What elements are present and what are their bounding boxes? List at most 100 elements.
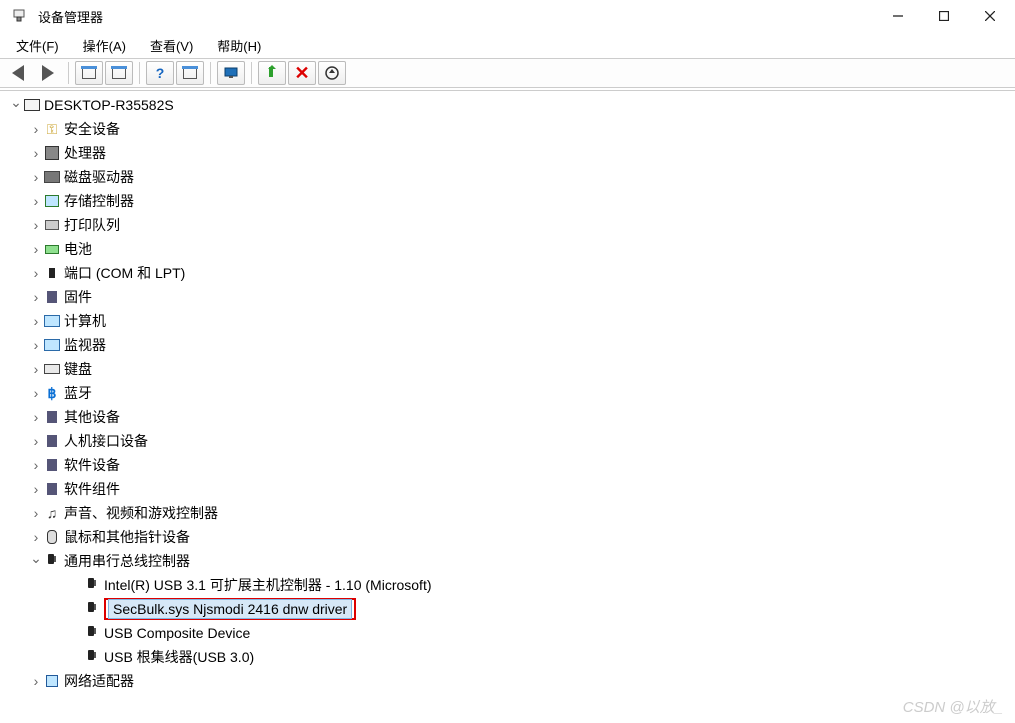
panel-icon bbox=[82, 67, 96, 79]
tree-item-label: 鼠标和其他指针设备 bbox=[64, 527, 190, 547]
ico-keyboard-icon bbox=[44, 361, 60, 377]
tree-root[interactable]: DESKTOP-R35582S bbox=[0, 93, 1015, 117]
caret-collapsed-icon[interactable] bbox=[28, 289, 44, 305]
tree-item-label: 键盘 bbox=[64, 359, 92, 379]
caret-collapsed-icon[interactable] bbox=[28, 457, 44, 473]
caret-collapsed-icon[interactable] bbox=[28, 673, 44, 689]
tree-category[interactable]: 其他设备 bbox=[0, 405, 1015, 429]
ico-sound-icon bbox=[44, 505, 60, 521]
caret-collapsed-icon[interactable] bbox=[28, 481, 44, 497]
minimize-button[interactable] bbox=[875, 0, 921, 32]
window-title: 设备管理器 bbox=[38, 7, 875, 26]
ico-printer-icon bbox=[44, 217, 60, 233]
caret-collapsed-icon[interactable] bbox=[28, 121, 44, 137]
properties-button[interactable] bbox=[105, 61, 133, 85]
caret-collapsed-icon[interactable] bbox=[28, 145, 44, 161]
tree-category[interactable]: 通用串行总线控制器 bbox=[0, 549, 1015, 573]
caret-collapsed-icon[interactable] bbox=[28, 529, 44, 545]
ico-generic-icon bbox=[44, 481, 60, 497]
caret-collapsed-icon[interactable] bbox=[28, 217, 44, 233]
tree-item-label: 软件组件 bbox=[64, 479, 120, 499]
tree-item-label: 监视器 bbox=[64, 335, 106, 355]
tree-item-label: 磁盘驱动器 bbox=[64, 167, 134, 187]
tree-category[interactable]: 电池 bbox=[0, 237, 1015, 261]
ico-key-icon bbox=[44, 121, 60, 137]
uninstall-device-button[interactable]: ✕ bbox=[288, 61, 316, 85]
tree-device[interactable]: USB 根集线器(USB 3.0) bbox=[0, 645, 1015, 669]
caret-collapsed-icon[interactable] bbox=[28, 241, 44, 257]
tree-category[interactable]: 固件 bbox=[0, 285, 1015, 309]
tree-item-label: DESKTOP-R35582S bbox=[44, 97, 174, 113]
tree-category[interactable]: 打印队列 bbox=[0, 213, 1015, 237]
maximize-button[interactable] bbox=[921, 0, 967, 32]
help-button[interactable]: ? bbox=[146, 61, 174, 85]
tree-category[interactable]: 软件设备 bbox=[0, 453, 1015, 477]
tree-category[interactable]: 监视器 bbox=[0, 333, 1015, 357]
caret-collapsed-icon[interactable] bbox=[28, 385, 44, 401]
tree-device[interactable]: SecBulk.sys Njsmodi 2416 dnw driver bbox=[0, 597, 1015, 621]
tree-item-label: USB 根集线器(USB 3.0) bbox=[104, 647, 254, 667]
back-button[interactable] bbox=[4, 61, 32, 85]
tree-category[interactable]: 网络适配器 bbox=[0, 669, 1015, 693]
caret-expanded-icon[interactable] bbox=[8, 97, 24, 113]
caret-collapsed-icon[interactable] bbox=[28, 433, 44, 449]
tree-category[interactable]: 磁盘驱动器 bbox=[0, 165, 1015, 189]
tree-category[interactable]: 安全设备 bbox=[0, 117, 1015, 141]
tree-category[interactable]: 端口 (COM 和 LPT) bbox=[0, 261, 1015, 285]
menu-file[interactable]: 文件(F) bbox=[6, 33, 69, 58]
ico-usb-icon bbox=[84, 649, 100, 665]
caret-collapsed-icon[interactable] bbox=[28, 409, 44, 425]
tree-item-label: 端口 (COM 和 LPT) bbox=[64, 263, 185, 283]
tree-device[interactable]: Intel(R) USB 3.1 可扩展主机控制器 - 1.10 (Micros… bbox=[0, 573, 1015, 597]
scan-button[interactable] bbox=[176, 61, 204, 85]
ico-battery-icon bbox=[44, 241, 60, 257]
arrow-right-icon bbox=[42, 65, 54, 81]
tree-item-label: 存储控制器 bbox=[64, 191, 134, 211]
tree-category[interactable]: 键盘 bbox=[0, 357, 1015, 381]
scan-hardware-button[interactable] bbox=[318, 61, 346, 85]
show-hidden-button[interactable] bbox=[75, 61, 103, 85]
tree-category[interactable]: 鼠标和其他指针设备 bbox=[0, 525, 1015, 549]
tree-item-label: 安全设备 bbox=[64, 119, 120, 139]
tree-category[interactable]: 人机接口设备 bbox=[0, 429, 1015, 453]
tree-item-label: USB Composite Device bbox=[104, 625, 250, 641]
caret-collapsed-icon[interactable] bbox=[28, 505, 44, 521]
device-tree[interactable]: DESKTOP-R35582S 安全设备处理器磁盘驱动器存储控制器打印队列电池端口… bbox=[0, 90, 1015, 723]
ico-chip-icon bbox=[44, 145, 60, 161]
caret-collapsed-icon[interactable] bbox=[28, 361, 44, 377]
tree-item-label: 声音、视频和游戏控制器 bbox=[64, 503, 218, 523]
tree-category[interactable]: 存储控制器 bbox=[0, 189, 1015, 213]
enable-icon bbox=[264, 65, 280, 81]
menu-view[interactable]: 查看(V) bbox=[140, 33, 203, 58]
window-controls bbox=[875, 0, 1013, 32]
menu-action[interactable]: 操作(A) bbox=[73, 33, 136, 58]
caret-collapsed-icon[interactable] bbox=[28, 169, 44, 185]
tree-category[interactable]: 处理器 bbox=[0, 141, 1015, 165]
caret-collapsed-icon[interactable] bbox=[28, 193, 44, 209]
menu-help[interactable]: 帮助(H) bbox=[207, 33, 271, 58]
caret-expanded-icon[interactable] bbox=[28, 553, 44, 569]
ico-usb-icon bbox=[84, 601, 100, 617]
enable-device-button[interactable] bbox=[258, 61, 286, 85]
ico-mouse-icon bbox=[44, 529, 60, 545]
caret-collapsed-icon[interactable] bbox=[28, 313, 44, 329]
tree-category[interactable]: 声音、视频和游戏控制器 bbox=[0, 501, 1015, 525]
close-button[interactable] bbox=[967, 0, 1013, 32]
monitor-icon bbox=[223, 65, 239, 81]
ico-monitor-icon bbox=[44, 337, 60, 353]
tree-category[interactable]: 计算机 bbox=[0, 309, 1015, 333]
caret-collapsed-icon[interactable] bbox=[28, 265, 44, 281]
x-icon: ✕ bbox=[294, 63, 309, 84]
forward-button[interactable] bbox=[34, 61, 62, 85]
arrow-left-icon bbox=[12, 65, 24, 81]
update-driver-button[interactable] bbox=[217, 61, 245, 85]
tree-item-label: Intel(R) USB 3.1 可扩展主机控制器 - 1.10 (Micros… bbox=[104, 575, 432, 595]
highlight-box: SecBulk.sys Njsmodi 2416 dnw driver bbox=[104, 598, 356, 620]
tree-item-label: SecBulk.sys Njsmodi 2416 dnw driver bbox=[113, 601, 347, 617]
tree-category[interactable]: 软件组件 bbox=[0, 477, 1015, 501]
titlebar: 设备管理器 bbox=[0, 0, 1015, 32]
tree-category[interactable]: 蓝牙 bbox=[0, 381, 1015, 405]
tree-device[interactable]: USB Composite Device bbox=[0, 621, 1015, 645]
caret-collapsed-icon[interactable] bbox=[28, 337, 44, 353]
ico-usb-icon bbox=[84, 625, 100, 641]
